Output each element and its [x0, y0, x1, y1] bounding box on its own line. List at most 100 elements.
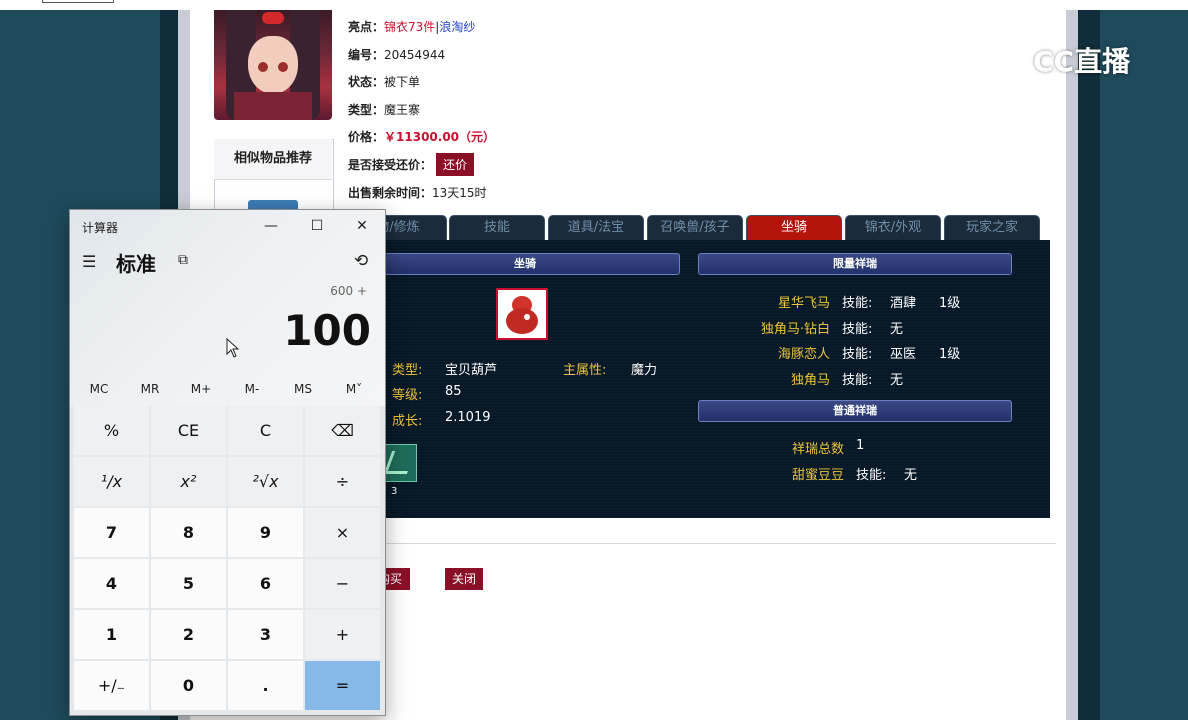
limited-level-3: 1级 [939, 347, 961, 362]
square-root-button[interactable]: ²√x [228, 457, 303, 506]
info-remaining: 出售剩余时间：13天15时 [348, 184, 487, 201]
mount-skill-count: 3 [391, 486, 398, 497]
price-value: ￥11300.00（元） [384, 130, 496, 144]
calculator-mode: 标准 [116, 252, 156, 276]
square-button[interactable]: x² [151, 457, 226, 506]
normal-header: 普通祥瑞 [698, 400, 1012, 422]
memory-subtract-button[interactable]: M- [227, 378, 277, 400]
divide-button[interactable]: ÷ [305, 457, 380, 506]
gourd-mount-icon[interactable] [496, 288, 548, 340]
mount-type-label: 类型: [392, 363, 423, 378]
info-price: 价格：￥11300.00（元） [348, 128, 495, 145]
mouse-cursor-icon [226, 338, 240, 358]
limited-skill-2: 无 [890, 322, 904, 337]
decimal-button[interactable]: . [228, 661, 303, 710]
normal-skill-label-1: 技能: [856, 468, 887, 483]
backspace-button[interactable]: ⌫ [305, 406, 380, 455]
minus-button[interactable]: − [305, 559, 380, 608]
limited-skill-label-3: 技能: [842, 347, 873, 362]
highlight-value[interactable]: 锦衣73件 [384, 20, 435, 34]
remaining-value: 13天15时 [432, 186, 487, 200]
digit-1-button[interactable]: 1 [74, 610, 149, 659]
history-icon[interactable]: ⟲ [354, 251, 368, 271]
calculator-window: 计算器 — ☐ ✕ ☰ 标准 ⧉ ⟲ 600 + 100 MC MR M+ M-… [69, 209, 386, 716]
digit-7-button[interactable]: 7 [74, 508, 149, 557]
digit-9-button[interactable]: 9 [228, 508, 303, 557]
offer-label: 是否接受还价： [348, 158, 433, 172]
digit-5-button[interactable]: 5 [151, 559, 226, 608]
digit-6-button[interactable]: 6 [228, 559, 303, 608]
cc-live-logo: CC直播 [993, 40, 1130, 84]
limited-name-4: 独角马 [790, 373, 830, 388]
limited-skill-4: 无 [890, 373, 904, 388]
plus-button[interactable]: + [305, 610, 380, 659]
equals-button[interactable]: = [305, 661, 380, 710]
limited-skill-label-4: 技能: [842, 373, 873, 388]
maximize-button[interactable]: ☐ [294, 210, 340, 242]
hamburger-menu-icon[interactable]: ☰ [82, 252, 96, 271]
tab-outfit[interactable]: 锦衣/外观 [845, 215, 941, 240]
normal-name-1: 甜蜜豆豆 [791, 468, 844, 483]
type-value: 魔王寨 [384, 103, 421, 117]
mount-growth-value: 2.1019 [445, 410, 491, 425]
close-button[interactable]: 关闭 [445, 568, 483, 590]
highlight-extra[interactable]: 浪淘纱 [439, 20, 475, 34]
window-close-button[interactable]: ✕ [339, 210, 385, 242]
cc-logo-icon [993, 45, 1029, 81]
mount-level-value: 85 [445, 384, 462, 399]
percent-button[interactable]: % [74, 406, 149, 455]
reciprocal-button[interactable]: ¹/x [74, 457, 149, 506]
clear-button[interactable]: C [228, 406, 303, 455]
id-value: 20454944 [384, 48, 446, 62]
tab-pets[interactable]: 召唤兽/孩子 [647, 215, 743, 240]
limited-name-3: 海豚恋人 [777, 347, 830, 362]
negate-button[interactable]: +/₋ [74, 661, 149, 710]
keep-on-top-icon[interactable]: ⧉ [178, 252, 188, 268]
info-type: 类型：魔王寨 [348, 101, 420, 118]
mount-growth-label: 成长: [392, 414, 423, 429]
digit-2-button[interactable]: 2 [151, 610, 226, 659]
info-id: 编号：20454944 [348, 46, 445, 63]
info-offer: 是否接受还价： 还价 [348, 153, 475, 176]
digit-0-button[interactable]: 0 [151, 661, 226, 710]
calculator-result: 100 [283, 306, 371, 355]
normal-total-value: 1 [856, 438, 865, 453]
memory-list-button[interactable]: M˅ [329, 378, 379, 400]
normal-total-label: 祥瑞总数 [791, 442, 844, 457]
offer-button[interactable]: 还价 [436, 153, 475, 176]
digit-4-button[interactable]: 4 [74, 559, 149, 608]
memory-recall-button[interactable]: MR [125, 378, 175, 400]
top-bar-tab[interactable] [42, 0, 114, 3]
clear-entry-button[interactable]: CE [151, 406, 226, 455]
multiply-button[interactable]: × [305, 508, 380, 557]
memory-clear-button[interactable]: MC [74, 378, 124, 400]
similar-items-title: 相似物品推荐 [214, 139, 332, 180]
tab-skills[interactable]: 技能 [449, 215, 545, 240]
price-label: 价格： [348, 130, 385, 144]
tab-mount[interactable]: 坐骑 [746, 215, 842, 240]
limited-skill-label-2: 技能: [842, 322, 873, 337]
memory-store-button[interactable]: MS [278, 378, 328, 400]
digit-3-button[interactable]: 3 [228, 610, 303, 659]
limited-skill-label-1: 技能: [842, 296, 873, 311]
divider [380, 543, 1056, 544]
limited-name-2: 独角马·钻白 [760, 322, 830, 337]
memory-add-button[interactable]: M+ [176, 378, 226, 400]
background-right-border [1078, 0, 1100, 720]
minimize-button[interactable]: — [248, 210, 294, 242]
calculator-title: 计算器 [82, 221, 119, 235]
limited-skill-3: 巫医 [890, 347, 917, 362]
mount-header: 坐骑 [370, 253, 680, 275]
digit-8-button[interactable]: 8 [151, 508, 226, 557]
mount-main-attr-label: 主属性: [563, 363, 607, 378]
status-label: 状态： [348, 75, 385, 89]
limited-skill-1: 酒肆 [890, 296, 917, 311]
remaining-label: 出售剩余时间： [348, 186, 433, 200]
tab-home[interactable]: 玩家之家 [944, 215, 1040, 240]
background-right [1100, 0, 1188, 720]
cc-logo-text: CC直播 [1033, 45, 1131, 78]
tab-items[interactable]: 道具/法宝 [548, 215, 644, 240]
info-highlight: 亮点：锦衣73件|浪淘纱 [348, 18, 475, 35]
mount-skill-icon[interactable] [383, 444, 417, 482]
limited-level-1: 1级 [939, 296, 961, 311]
